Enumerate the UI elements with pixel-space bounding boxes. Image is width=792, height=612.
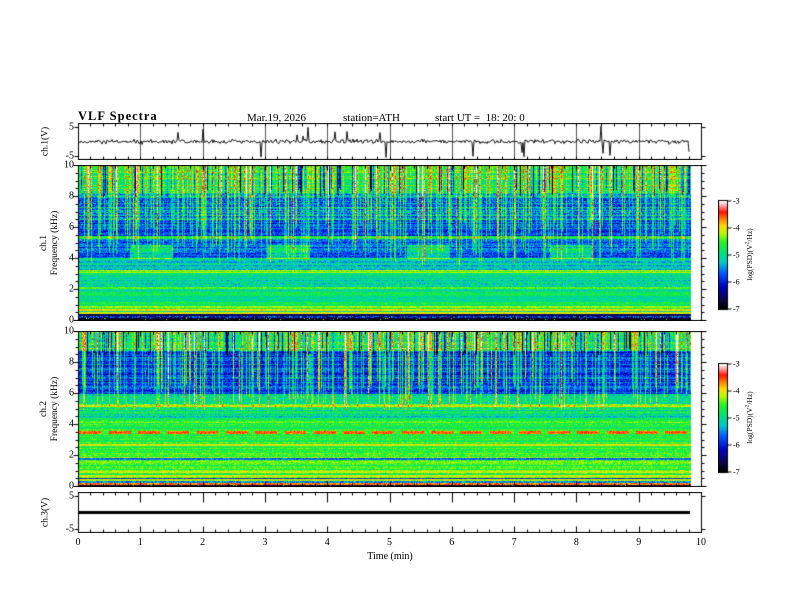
ch2-spec-ylabel: ch.2 Frequency (kHz): [39, 331, 61, 487]
colorbar1-tick-label: -4: [733, 223, 740, 233]
colorbar2-tick-label: -4: [733, 386, 740, 396]
x-axis-title: Time (min): [367, 551, 413, 562]
ch1-wave-ytick-label: -5: [65, 150, 74, 162]
x-tick-label: 1: [137, 537, 143, 548]
ch1-spec-ylabel-line1: ch.1: [39, 234, 49, 252]
ch2-spec-ytick-label: 6: [69, 387, 74, 399]
colorbar2-axis-label: log(PSD)(V2/Hz): [744, 364, 755, 472]
x-tick-label: 5: [387, 537, 392, 548]
colorbar2-label-suffix: /Hz): [745, 391, 754, 405]
x-tick-label: 7: [511, 537, 517, 548]
x-tick-label: 4: [324, 537, 330, 548]
colorbar1-tick-label: -3: [733, 196, 740, 206]
ch1-wave-ytick-label: 5: [69, 121, 74, 133]
colorbar2-label-prefix: log(PSD)(V: [745, 407, 754, 444]
ch1-spec-ytick-label: 6: [69, 221, 74, 233]
x-tick-label: 9: [636, 537, 642, 548]
ch1-spec-ylabel-line2: Frequency (kHz): [50, 210, 60, 276]
ch2-spec-ytick-label: 2: [69, 449, 74, 461]
x-tick-label: 10: [696, 537, 706, 548]
ch2-spec-ytick-label: 4: [69, 418, 74, 430]
colorbar2-tick-label: -5: [733, 413, 740, 423]
ch2-spec-ylabel-line1: ch.2: [39, 400, 49, 418]
x-tick-label: 2: [200, 537, 206, 548]
ch2-spec-ytick-label: 8: [69, 356, 74, 368]
figure-title: VLF Spectra: [78, 109, 158, 123]
x-tick-label: 6: [449, 537, 455, 548]
ch2-spec-ytick-label: 10: [64, 325, 74, 337]
colorbar2-tick-label: -6: [733, 440, 740, 450]
colorbar1-tick-label: -7: [733, 304, 740, 314]
vlf-spectra-figure: VLF Spectra Mar.19, 2026 station=ATH sta…: [0, 0, 792, 612]
colorbar2-tick-label: -3: [733, 359, 740, 369]
ch3-wave-ytick-label: -5: [65, 523, 74, 535]
ch1-spectrogram-plot: [70, 165, 710, 321]
x-tick-label: 8: [573, 537, 579, 548]
ch1-spec-ytick-label: 8: [69, 190, 74, 202]
x-tick-label: 3: [262, 537, 268, 548]
colorbar2-tick-label: -7: [733, 467, 740, 477]
colorbar1-label-sup: 2: [744, 241, 751, 245]
ch1-spec-ytick-label: 0: [69, 314, 74, 326]
colorbar1-label-suffix: /Hz): [745, 228, 754, 242]
ch1-spec-ytick-label: 4: [69, 252, 74, 264]
colorbar1-label-prefix: log(PSD)(V: [745, 244, 754, 281]
x-tick-label: 0: [75, 537, 81, 548]
ch2-spec-ylabel-line2: Frequency (kHz): [50, 376, 60, 442]
colorbar1-tick-label: -6: [733, 277, 740, 287]
colorbar1-tick-label: -5: [733, 250, 740, 260]
ch1-waveform-plot: [70, 123, 710, 160]
ch2-spectrogram-plot: [70, 331, 710, 487]
colorbar2-label-sup: 2: [744, 404, 751, 408]
ch3-waveform-plot: [70, 492, 710, 533]
ch1-spec-ylabel: ch.1 Frequency (kHz): [39, 165, 61, 321]
ch1-spec-ytick-label: 2: [69, 283, 74, 295]
ch3-wave-ytick-label: 5: [69, 490, 74, 502]
colorbar1-axis-label: log(PSD)(V2/Hz): [744, 201, 755, 309]
